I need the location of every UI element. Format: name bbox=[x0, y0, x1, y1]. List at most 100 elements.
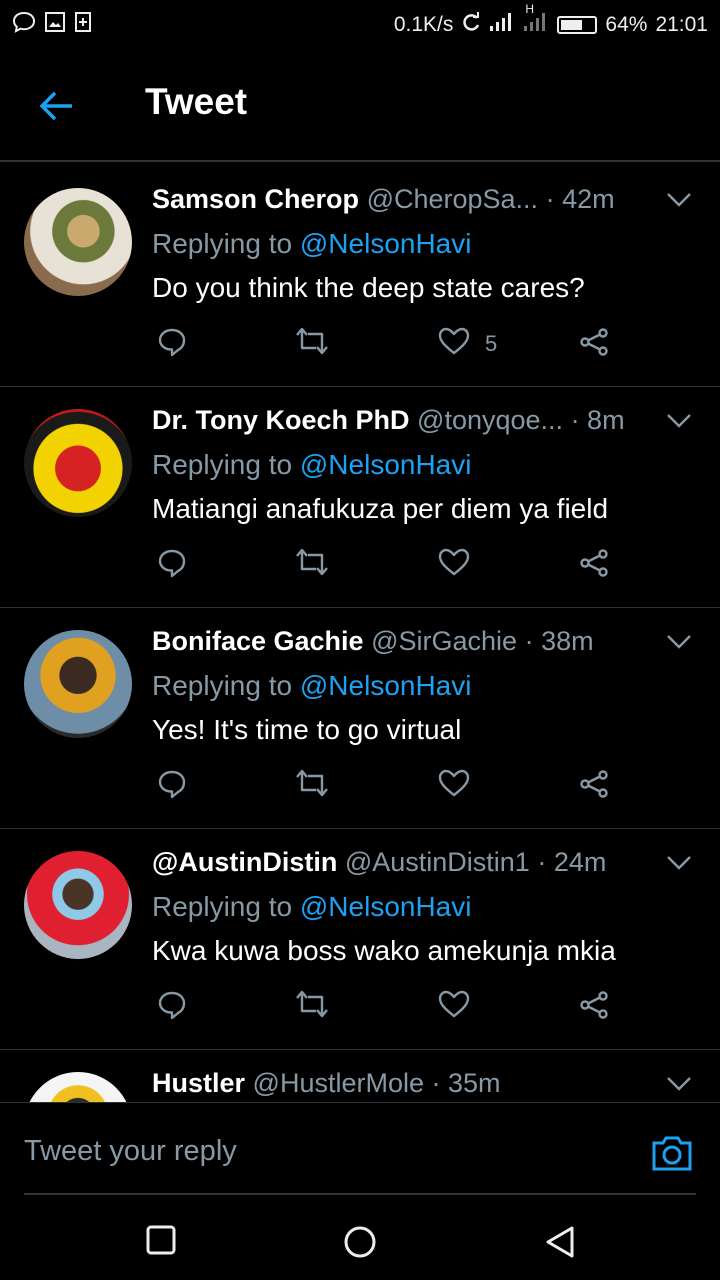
tweet-header: Boniface Gachie @SirGachie · 38m bbox=[152, 626, 672, 657]
circle-icon bbox=[344, 1226, 376, 1258]
tweet-item[interactable]: Dr. Tony Koech PhD @tonyqoe... · 8m Reply… bbox=[0, 387, 720, 608]
tweet-header: Samson Cherop @CheropSa... · 42m bbox=[152, 184, 672, 215]
tweet-item[interactable]: @AustinDistin @AustinDistin1 · 24m Replyi… bbox=[0, 829, 720, 1050]
tweet-time: · 8m bbox=[570, 405, 625, 435]
replying-to: Replying to @NelsonHavi bbox=[152, 228, 471, 260]
tweet-menu-button[interactable] bbox=[666, 1076, 692, 1097]
avatar[interactable] bbox=[24, 630, 132, 738]
author-name[interactable]: Samson Cherop bbox=[152, 184, 359, 214]
reply-button[interactable] bbox=[156, 768, 188, 806]
camera-button[interactable] bbox=[650, 1133, 694, 1178]
tweet-item[interactable]: Boniface Gachie @SirGachie · 38m Replying… bbox=[0, 608, 720, 829]
like-button[interactable] bbox=[437, 768, 485, 804]
tweet-menu-button[interactable] bbox=[666, 413, 692, 434]
reply-icon bbox=[156, 989, 188, 1027]
chevron-down-icon bbox=[667, 1077, 691, 1091]
heart-icon bbox=[437, 326, 471, 362]
recents-button[interactable] bbox=[146, 1225, 176, 1260]
share-button[interactable] bbox=[578, 989, 610, 1027]
signal-h-icon: H bbox=[523, 2, 549, 38]
avatar[interactable] bbox=[24, 188, 132, 296]
camera-icon bbox=[652, 1136, 692, 1171]
tweet-menu-button[interactable] bbox=[666, 855, 692, 876]
replying-to: Replying to @NelsonHavi bbox=[152, 670, 471, 702]
replying-to-label: Replying to bbox=[152, 670, 293, 701]
author-name[interactable]: @AustinDistin bbox=[152, 847, 337, 877]
mention-link[interactable]: @NelsonHavi bbox=[300, 670, 472, 701]
replying-to-label: Replying to bbox=[152, 449, 293, 480]
system-nav-bar bbox=[0, 1205, 720, 1280]
like-button[interactable] bbox=[437, 547, 485, 583]
avatar[interactable] bbox=[24, 1072, 132, 1102]
reply-icon bbox=[156, 547, 188, 585]
tweet-actions bbox=[152, 768, 622, 808]
avatar[interactable] bbox=[24, 409, 132, 517]
tweet-text: Yes! It's time to go virtual bbox=[152, 714, 462, 745]
tweet-time: · 38m bbox=[524, 626, 594, 656]
image-icon bbox=[44, 11, 66, 39]
replies-feed[interactable]: Samson Cherop @CheropSa... · 42m Replying… bbox=[0, 166, 720, 1102]
author-handle: @CheropSa... bbox=[366, 184, 539, 214]
battery-icon bbox=[557, 16, 598, 34]
retweet-icon bbox=[294, 547, 330, 583]
like-button[interactable] bbox=[437, 989, 485, 1025]
arrow-left-icon bbox=[39, 91, 72, 121]
tweet-menu-button[interactable] bbox=[666, 192, 692, 213]
tweet-header: Dr. Tony Koech PhD @tonyqoe... · 8m bbox=[152, 405, 672, 436]
share-button[interactable] bbox=[578, 768, 610, 806]
retweet-button[interactable] bbox=[294, 547, 330, 583]
mention-link[interactable]: @NelsonHavi bbox=[300, 449, 472, 480]
chevron-down-icon bbox=[667, 414, 691, 428]
tweet-header: @AustinDistin @AustinDistin1 · 24m bbox=[152, 847, 672, 878]
author-handle: @AustinDistin1 bbox=[344, 847, 530, 877]
author-name[interactable]: Hustler bbox=[152, 1068, 245, 1098]
tweet-actions: 5 bbox=[152, 326, 622, 366]
heart-icon bbox=[437, 547, 471, 583]
retweet-icon bbox=[294, 989, 330, 1025]
net-speed: 0.1K/s bbox=[393, 13, 454, 36]
avatar[interactable] bbox=[24, 851, 132, 959]
retweet-button[interactable] bbox=[294, 768, 330, 804]
tweet-time: · 24m bbox=[537, 847, 607, 877]
author-handle: @tonyqoe... bbox=[417, 405, 564, 435]
reply-input[interactable]: Tweet your reply bbox=[24, 1135, 237, 1168]
tweet-time: · 42m bbox=[545, 184, 615, 214]
square-icon bbox=[146, 1225, 176, 1255]
retweet-icon bbox=[294, 326, 330, 362]
message-icon bbox=[12, 11, 36, 39]
signal-icon bbox=[489, 12, 515, 38]
header-divider bbox=[0, 160, 720, 162]
replying-to: Replying to @NelsonHavi bbox=[152, 891, 471, 923]
back-nav-button[interactable] bbox=[544, 1225, 576, 1264]
mention-link[interactable]: @NelsonHavi bbox=[300, 228, 472, 259]
reply-icon bbox=[156, 768, 188, 806]
share-button[interactable] bbox=[578, 326, 610, 364]
reply-icon bbox=[156, 326, 188, 364]
tweet-item[interactable]: Samson Cherop @CheropSa... · 42m Replying… bbox=[0, 166, 720, 387]
reply-button[interactable] bbox=[156, 547, 188, 585]
like-count: 5 bbox=[485, 331, 498, 356]
back-button[interactable] bbox=[36, 86, 76, 126]
tweet-time: · 35m bbox=[431, 1068, 501, 1098]
retweet-button[interactable] bbox=[294, 326, 330, 362]
author-name[interactable]: Boniface Gachie bbox=[152, 626, 364, 656]
retweet-button[interactable] bbox=[294, 989, 330, 1025]
share-button[interactable] bbox=[578, 547, 610, 585]
tweet-menu-button[interactable] bbox=[666, 634, 692, 655]
chevron-down-icon bbox=[667, 193, 691, 207]
like-button[interactable]: 5 bbox=[437, 326, 497, 362]
share-icon bbox=[578, 989, 610, 1027]
reply-button[interactable] bbox=[156, 326, 188, 364]
reply-button[interactable] bbox=[156, 989, 188, 1027]
tweet-text: Kwa kuwa boss wako amekunja mkia bbox=[152, 935, 616, 966]
author-name[interactable]: Dr. Tony Koech PhD bbox=[152, 405, 410, 435]
triangle-back-icon bbox=[546, 1226, 574, 1258]
tweet-item[interactable]: Hustler @HustlerMole · 35m bbox=[0, 1050, 720, 1102]
home-button[interactable] bbox=[343, 1225, 377, 1264]
tweet-actions bbox=[152, 547, 622, 587]
author-handle: @SirGachie bbox=[371, 626, 518, 656]
share-icon bbox=[578, 547, 610, 585]
reply-underline bbox=[24, 1193, 696, 1195]
mention-link[interactable]: @NelsonHavi bbox=[300, 891, 472, 922]
status-bar: 0.1K/s H 64% 21:01 bbox=[0, 0, 720, 50]
